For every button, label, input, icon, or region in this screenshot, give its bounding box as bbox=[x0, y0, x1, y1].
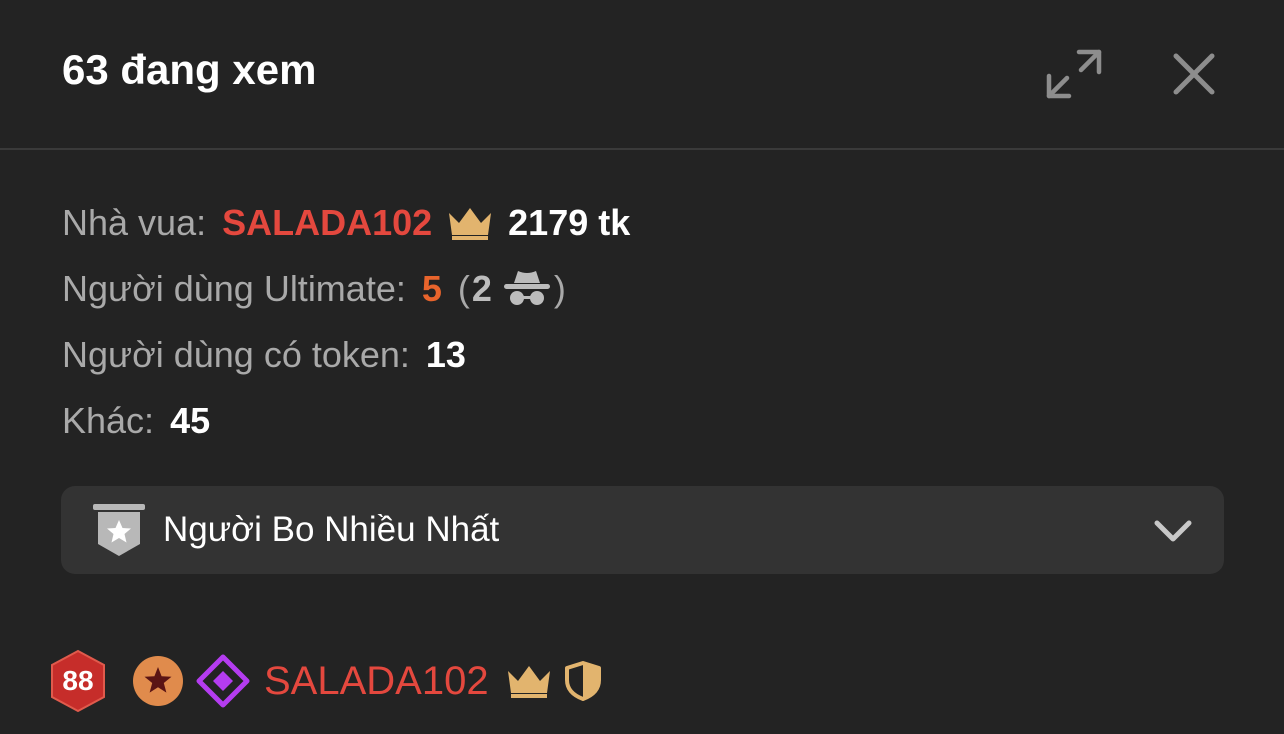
crown-icon bbox=[505, 663, 553, 699]
king-row: Nhà vua: SALADA102 2179 tk bbox=[62, 190, 1212, 256]
shield-icon bbox=[563, 660, 603, 702]
token-users-row: Người dùng có token: 13 bbox=[62, 322, 1212, 388]
paren-close: ) bbox=[553, 268, 566, 309]
viewer-stats: Nhà vua: SALADA102 2179 tk Người dùng Ul… bbox=[62, 190, 1212, 454]
crown-icon bbox=[446, 205, 494, 241]
close-icon bbox=[1173, 53, 1215, 95]
king-label: Nhà vua: bbox=[62, 202, 207, 243]
top-user-row[interactable]: 88 SALADA102 bbox=[46, 646, 603, 716]
level-badge: 88 bbox=[46, 649, 110, 713]
king-username[interactable]: SALADA102 bbox=[222, 202, 432, 244]
spy-icon bbox=[502, 269, 552, 309]
ultimate-label: Người dùng Ultimate: bbox=[62, 268, 406, 309]
star-circle-icon bbox=[132, 655, 184, 707]
expand-button[interactable] bbox=[1040, 40, 1108, 108]
top-user-name[interactable]: SALADA102 bbox=[264, 659, 489, 704]
dropdown-label: Người Bo Nhiều Nhất bbox=[163, 510, 500, 549]
other-count: 45 bbox=[170, 400, 211, 441]
chevron-down-icon bbox=[1154, 512, 1192, 548]
expand-icon bbox=[1046, 49, 1102, 99]
star-shield-icon bbox=[91, 502, 147, 558]
diamond-icon bbox=[196, 654, 250, 708]
token-users-label: Người dùng có token: bbox=[62, 334, 410, 375]
ultimate-row: Người dùng Ultimate: 5 ( 2 ) bbox=[62, 256, 1212, 322]
other-row: Khác: 45 bbox=[62, 388, 1212, 454]
panel-title: 63 đang xem bbox=[62, 46, 317, 93]
paren-open: ( bbox=[457, 268, 470, 309]
level-number: 88 bbox=[62, 665, 94, 696]
anonymous-count: 2 bbox=[471, 268, 492, 309]
top-tipper-dropdown[interactable]: Người Bo Nhiều Nhất bbox=[61, 486, 1224, 574]
king-tokens: 2179 tk bbox=[508, 202, 631, 243]
close-button[interactable] bbox=[1164, 44, 1224, 104]
viewers-panel: 63 đang xem Nhà vua: SALADA102 2179 tk N… bbox=[0, 0, 1284, 734]
token-users-count: 13 bbox=[425, 334, 466, 375]
ultimate-count: 5 bbox=[421, 268, 442, 309]
other-label: Khác: bbox=[62, 400, 155, 441]
panel-header: 63 đang xem bbox=[0, 0, 1284, 150]
